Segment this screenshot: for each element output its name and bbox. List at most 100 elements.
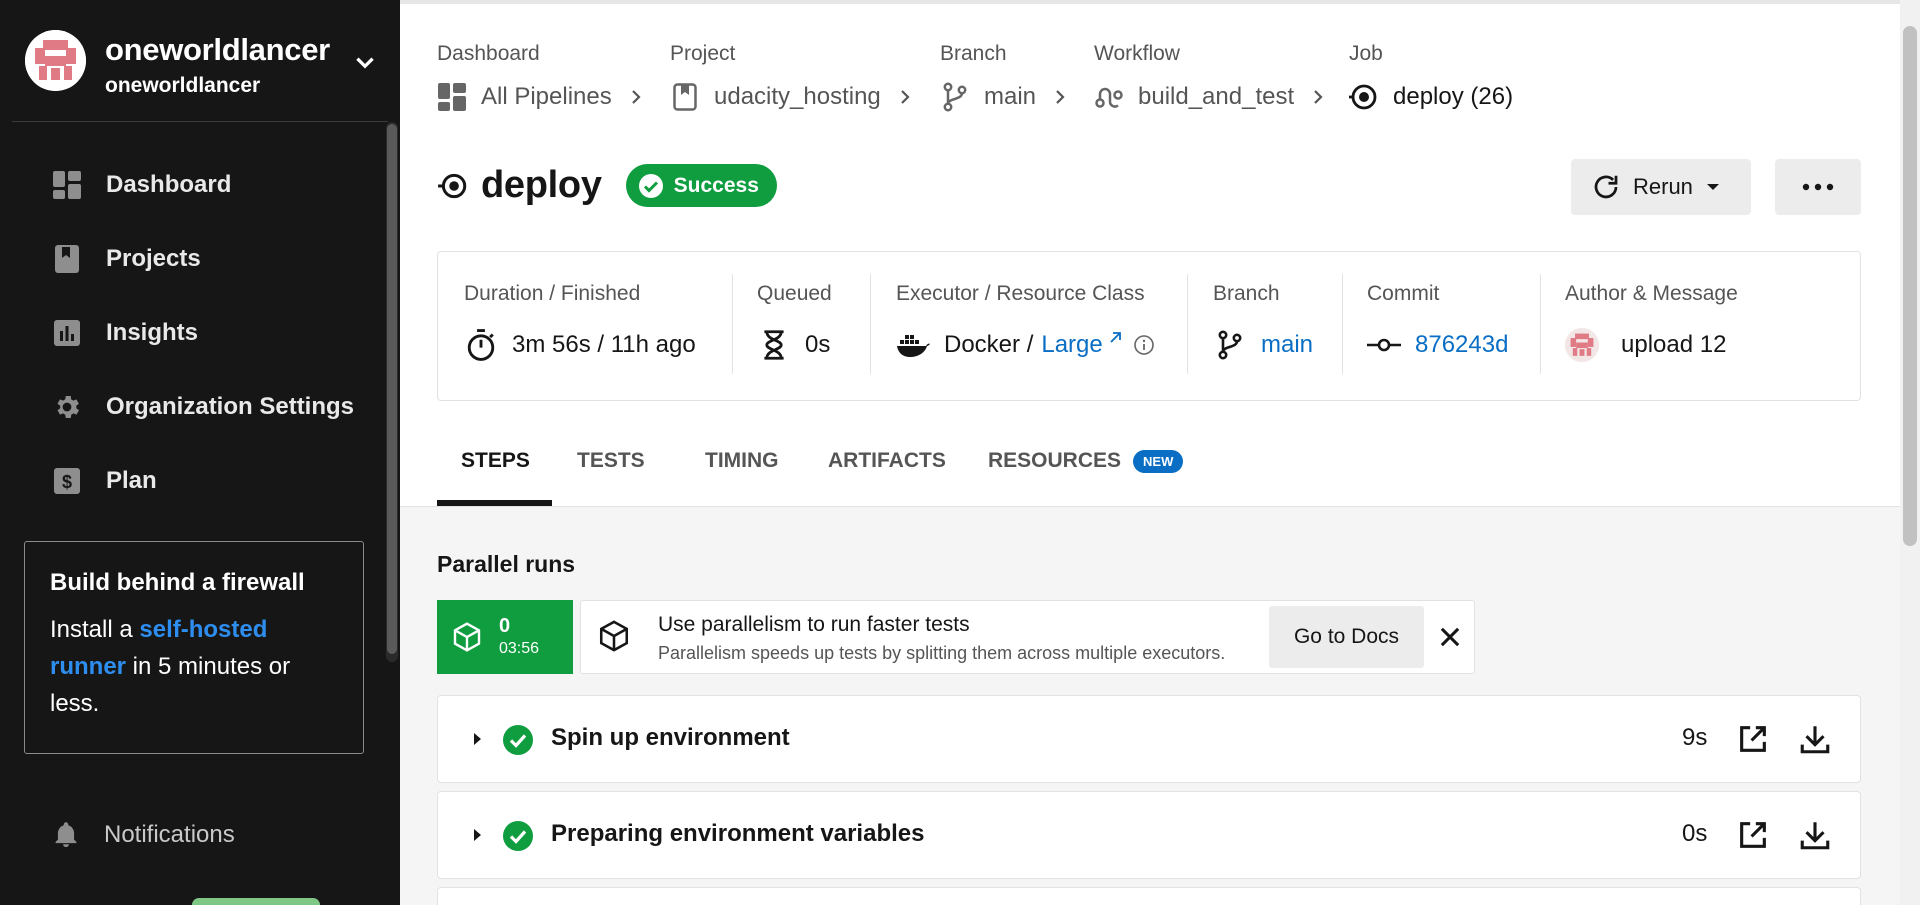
chevron-right-icon: [1050, 87, 1070, 107]
step-row[interactable]: Preparing environment variables 0s: [437, 791, 1861, 879]
summary-value: 0s: [805, 331, 831, 358]
page-scrollbar-thumb[interactable]: [1903, 26, 1917, 546]
sidebar-item-insights[interactable]: Insights: [0, 296, 380, 370]
summary-author: Author & Message upload 12: [1565, 282, 1738, 362]
gear-icon: [52, 392, 82, 422]
org-switcher[interactable]: oneworldlancer oneworldlancer: [12, 4, 388, 122]
summary-caption: Author & Message: [1565, 282, 1738, 305]
page-title: deploy: [481, 164, 602, 206]
job-icon: [1349, 82, 1379, 112]
stopwatch-icon: [464, 328, 498, 362]
page-scrollbar[interactable]: [1900, 0, 1920, 905]
more-icon: [1802, 183, 1834, 191]
sidebar-item-label: Dashboard: [106, 171, 232, 198]
workflow-icon: [1094, 82, 1124, 112]
commit-link[interactable]: 876243d: [1415, 331, 1508, 359]
breadcrumb-job: Job deploy (26): [1349, 42, 1513, 112]
check-circle-icon: [638, 173, 663, 198]
divider: [732, 274, 733, 374]
sidebar-scrollbar-thumb[interactable]: [387, 124, 397, 654]
download-icon[interactable]: [1798, 722, 1832, 756]
breadcrumb-dashboard[interactable]: Dashboard All Pipelines: [437, 42, 646, 112]
org-username: oneworldlancer: [105, 74, 261, 97]
executor-value: Docker /: [944, 331, 1034, 358]
sidebar-item-dashboard[interactable]: Dashboard: [0, 148, 380, 222]
parallel-run-time: 03:56: [499, 640, 540, 657]
check-circle-icon: [503, 725, 533, 755]
resource-class-link[interactable]: Large: [1041, 331, 1102, 359]
job-summary-card: Duration / Finished 3m 56s / 11h ago Que…: [437, 251, 1861, 401]
sidebar-item-label: Notifications: [104, 821, 235, 848]
bar-chart-icon: [52, 318, 82, 348]
step-row[interactable]: [437, 887, 1861, 905]
tab-label: ARTIFACTS: [828, 449, 946, 472]
caret-right-icon[interactable]: [466, 824, 488, 846]
tab-steps[interactable]: STEPS: [437, 449, 552, 507]
step-row[interactable]: Spin up environment 9s: [437, 695, 1861, 783]
summary-duration: Duration / Finished 3m 56s / 11h ago: [464, 282, 696, 362]
open-external-icon[interactable]: [1736, 722, 1770, 756]
org-avatar: [25, 30, 86, 91]
breadcrumb-link[interactable]: udacity_hosting: [714, 83, 881, 111]
breadcrumb-branch[interactable]: Branch main: [940, 42, 1070, 112]
divider: [870, 274, 871, 374]
external-link-icon[interactable]: [1107, 330, 1123, 346]
close-icon[interactable]: [1436, 623, 1464, 651]
tab-timing[interactable]: TIMING: [705, 449, 779, 507]
bell-icon: [55, 822, 77, 848]
download-icon[interactable]: [1798, 818, 1832, 852]
hourglass-icon: [757, 328, 791, 362]
tab-label: RESOURCES: [988, 449, 1122, 472]
job-tabs: STEPS TESTS TIMING ARTIFACTS RESOURCES NE…: [437, 449, 1900, 507]
runner-promo-card: Build behind a firewall Install a self-h…: [24, 541, 364, 754]
status-badge: Success: [625, 164, 777, 207]
parallel-run-0[interactable]: 0 03:56: [437, 600, 573, 674]
sidebar-item-projects[interactable]: Projects: [0, 222, 380, 296]
svg-text:$: $: [62, 472, 72, 492]
status-pill: [192, 898, 320, 905]
sidebar-item-label: Plan: [106, 467, 157, 494]
open-external-icon[interactable]: [1736, 818, 1770, 852]
steps-panel: Parallel runs 0 03:56 Use parallelism to…: [400, 506, 1900, 905]
tab-tests[interactable]: TESTS: [577, 449, 645, 507]
chevron-right-icon: [1308, 87, 1328, 107]
breadcrumb-link[interactable]: All Pipelines: [481, 83, 612, 111]
tip-title: Use parallelism to run faster tests: [658, 613, 970, 636]
summary-caption: Commit: [1367, 282, 1440, 305]
sidebar-item-notifications[interactable]: Notifications: [52, 820, 235, 850]
step-name: Spin up environment: [551, 724, 790, 751]
org-name: oneworldlancer: [105, 32, 330, 67]
job-icon: [438, 173, 467, 198]
sidebar-item-plan[interactable]: $ Plan: [0, 444, 380, 518]
sidebar-nav: Dashboard Projects Insights Organization…: [0, 148, 380, 518]
chevron-right-icon: [626, 87, 646, 107]
box-icon: [599, 620, 629, 652]
rerun-label: Rerun: [1633, 174, 1693, 199]
bookmark-icon: [52, 244, 82, 274]
sidebar-item-organization-settings[interactable]: Organization Settings: [0, 370, 380, 444]
rerun-button[interactable]: Rerun: [1571, 159, 1751, 215]
status-badge-label: Success: [673, 173, 759, 197]
new-badge: NEW: [1133, 450, 1184, 473]
breadcrumb-project[interactable]: Project udacity_hosting: [670, 42, 915, 112]
breadcrumb-link[interactable]: main: [984, 83, 1036, 111]
breadcrumb-link[interactable]: build_and_test: [1138, 83, 1294, 111]
breadcrumb-workflow[interactable]: Workflow build_and_test: [1094, 42, 1328, 112]
summary-executor: Executor / Resource Class Docker / Large: [896, 282, 1155, 362]
avatar: [1565, 328, 1599, 362]
sidebar: oneworldlancer oneworldlancer Dashboard …: [0, 0, 400, 905]
breadcrumb-caption: Project: [670, 42, 736, 65]
summary-caption: Branch: [1213, 282, 1280, 305]
info-icon[interactable]: [1133, 334, 1155, 356]
tab-artifacts[interactable]: ARTIFACTS: [828, 449, 946, 507]
more-options-button[interactable]: [1775, 159, 1861, 215]
chevron-down-icon[interactable]: [352, 50, 378, 76]
commit-message: upload 12: [1621, 331, 1727, 358]
dashboard-icon: [52, 170, 82, 200]
box-icon: [453, 622, 481, 652]
caret-right-icon[interactable]: [466, 728, 488, 750]
tab-resources[interactable]: RESOURCES NEW: [988, 449, 1184, 507]
branch-link[interactable]: main: [1261, 331, 1313, 359]
check-circle-icon: [503, 821, 533, 851]
go-to-docs-button[interactable]: Go to Docs: [1269, 606, 1424, 668]
